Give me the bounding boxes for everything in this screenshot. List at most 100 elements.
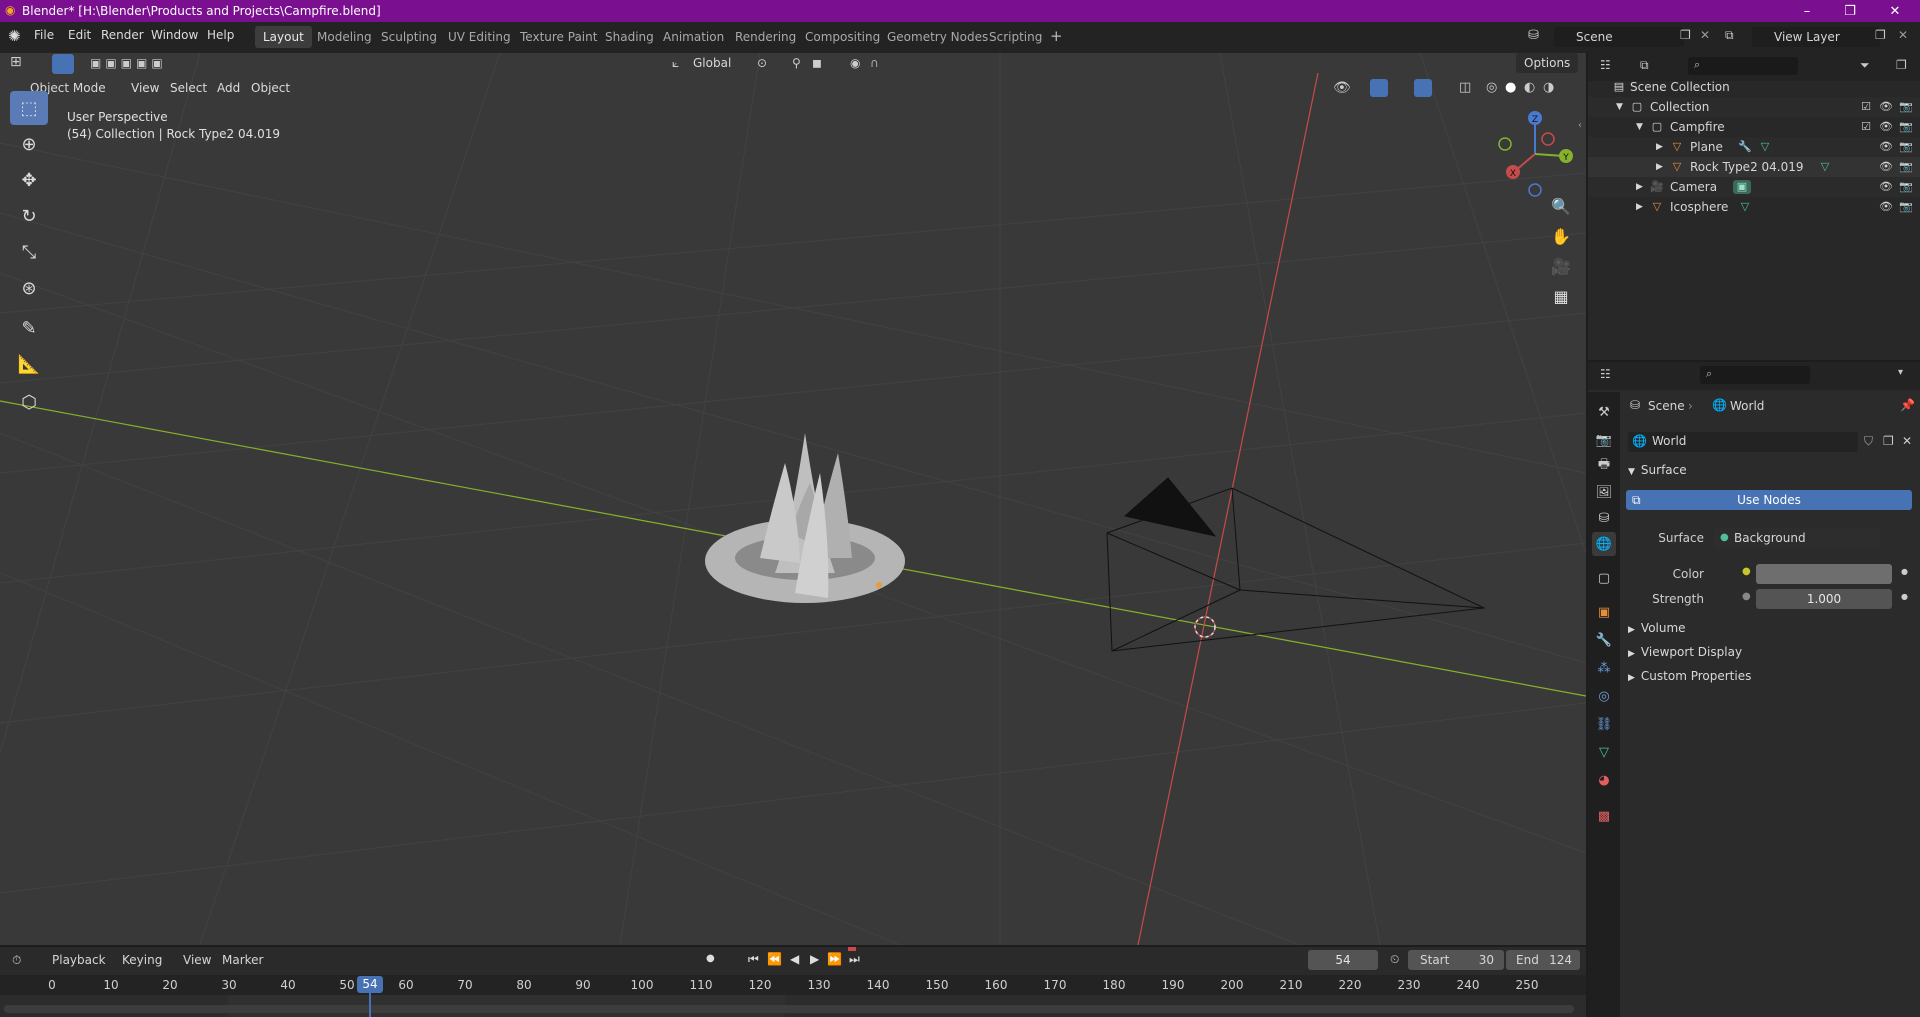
- outliner-row-rock[interactable]: ▶ ▽ Rock Type2 04.019 ▽ 👁 📷: [1588, 157, 1920, 177]
- constraints-tab-icon[interactable]: ⛓: [1592, 712, 1616, 736]
- new-view-layer-icon[interactable]: ❐: [1875, 28, 1886, 42]
- timeline-editor-icon[interactable]: ⏱: [12, 953, 21, 968]
- eye-icon[interactable]: 👁: [1878, 119, 1894, 135]
- viewport-menu-view[interactable]: View: [131, 81, 159, 95]
- proportional-edit-icon[interactable]: ◉: [850, 56, 860, 70]
- menu-file[interactable]: File: [34, 28, 54, 42]
- data-tab-icon[interactable]: ▽: [1592, 740, 1616, 764]
- timeline-menu-keying[interactable]: Keying: [122, 953, 162, 967]
- render-camera-icon[interactable]: 📷: [1898, 179, 1914, 195]
- outliner-row-campfire[interactable]: ▼ ▢ Campfire ☑ 👁 📷: [1588, 117, 1920, 137]
- close-window-button[interactable]: ✕: [1875, 0, 1915, 22]
- world-datablock-selector[interactable]: 🌐 World: [1628, 432, 1858, 452]
- tab-modeling[interactable]: Modeling: [309, 26, 380, 48]
- playhead[interactable]: 54: [357, 976, 383, 993]
- exclude-checkbox[interactable]: ☑: [1858, 99, 1874, 115]
- timeline-scrollbar[interactable]: [4, 1005, 1574, 1013]
- tab-layout[interactable]: Layout: [255, 26, 312, 48]
- surface-panel-header[interactable]: ▼ Surface: [1628, 460, 1687, 480]
- custom-properties-panel-header[interactable]: ▶ Custom Properties: [1628, 666, 1751, 686]
- material-shading-icon[interactable]: ◐: [1524, 80, 1535, 95]
- expand-arrow-icon[interactable]: ▼: [1636, 117, 1643, 137]
- select-mode-icons[interactable]: ▣▣▣▣▣: [90, 56, 167, 70]
- outliner-editor-icon[interactable]: ☷: [1600, 58, 1611, 72]
- select-tool-icon[interactable]: [52, 54, 74, 74]
- next-keyframe-icon[interactable]: ⏩: [827, 952, 842, 966]
- delete-scene-icon[interactable]: ✕: [1700, 28, 1710, 42]
- chevron-down-icon[interactable]: ▾: [1898, 367, 1903, 378]
- scene-name-field[interactable]: Scene: [1554, 27, 1684, 47]
- falloff-icon[interactable]: ∩: [870, 56, 879, 70]
- scene-selector-icon[interactable]: ⛁: [1528, 28, 1539, 43]
- tab-geometry-nodes[interactable]: Geometry Nodes: [879, 26, 996, 48]
- outliner-row-camera[interactable]: ▶ 🎥 Camera ▣ 👁 📷: [1588, 177, 1920, 197]
- eye-icon[interactable]: 👁: [1878, 199, 1894, 215]
- annotate-tool[interactable]: ✎: [10, 311, 48, 345]
- output-tab-icon[interactable]: 🖶: [1592, 454, 1616, 478]
- timeline-menu-view[interactable]: View: [183, 953, 211, 967]
- viewport-display-panel-header[interactable]: ▶ Viewport Display: [1628, 642, 1742, 662]
- eye-icon[interactable]: 👁: [1878, 159, 1894, 175]
- snap-target-icon[interactable]: ◼: [812, 56, 822, 70]
- view-layer-field[interactable]: View Layer: [1752, 27, 1880, 47]
- viewport-menu-object[interactable]: Object: [251, 81, 290, 95]
- xray-icon[interactable]: ◫: [1459, 80, 1471, 95]
- add-cube-tool[interactable]: ⬡: [10, 385, 48, 419]
- campfire-mesh[interactable]: [705, 433, 905, 603]
- object-tab-icon[interactable]: ▣: [1592, 600, 1616, 624]
- view-layer-icon[interactable]: ⧉: [1725, 28, 1734, 43]
- tab-compositing[interactable]: Compositing: [797, 26, 888, 48]
- texture-tab-icon[interactable]: ▩: [1592, 804, 1616, 828]
- options-dropdown[interactable]: Options: [1516, 53, 1579, 73]
- play-icon[interactable]: ▶: [810, 952, 819, 966]
- blender-menu-icon[interactable]: ✺: [8, 27, 21, 45]
- collection-tab-icon[interactable]: ▢: [1592, 566, 1616, 590]
- outliner-row-collection[interactable]: ▼ ▢ Collection ☑ 👁 📷: [1588, 97, 1920, 117]
- display-mode-icon[interactable]: ⧉: [1640, 58, 1649, 73]
- overlay-toggle-icon[interactable]: [1414, 79, 1432, 97]
- transform-tool[interactable]: ⊛: [10, 271, 48, 305]
- eye-icon[interactable]: 👁: [1878, 139, 1894, 155]
- use-nodes-button[interactable]: ⧉ Use Nodes: [1626, 490, 1912, 510]
- jump-end-icon[interactable]: ⏭: [849, 952, 860, 967]
- sidebar-toggle-icon[interactable]: ‹: [1578, 120, 1582, 131]
- pan-hand-icon[interactable]: ✋: [1546, 221, 1576, 251]
- outliner-row-icosphere[interactable]: ▶ ▽ Icosphere ▽ 👁 📷: [1588, 197, 1920, 217]
- rendered-shading-icon[interactable]: ◑: [1543, 80, 1554, 95]
- 3d-viewport[interactable]: ⊞ ▣▣▣▣▣ ⟀ Global ⊙ ⚲ ◼ ◉ ∩ Options Objec…: [0, 53, 1586, 945]
- tool-tab-icon[interactable]: ⚒: [1592, 400, 1616, 424]
- end-frame-field[interactable]: End 124: [1506, 950, 1580, 970]
- rotate-tool[interactable]: ↻: [10, 199, 48, 233]
- world-tab-icon[interactable]: 🌐: [1592, 532, 1616, 556]
- filter-icon[interactable]: ⏷: [1860, 58, 1870, 73]
- remove-view-layer-icon[interactable]: ✕: [1898, 28, 1908, 42]
- new-collection-icon[interactable]: ❐: [1896, 58, 1907, 72]
- timeline-menu-marker[interactable]: Marker: [222, 953, 263, 967]
- visibility-icon[interactable]: 👁: [1333, 80, 1351, 96]
- expand-arrow-icon[interactable]: ▼: [1616, 97, 1623, 117]
- preview-range-icon[interactable]: ⏲: [1390, 952, 1399, 967]
- outliner-row-plane[interactable]: ▶ ▽ Plane 🔧 ▽ 👁 📷: [1588, 137, 1920, 157]
- physics-tab-icon[interactable]: ◎: [1592, 684, 1616, 708]
- minimize-button[interactable]: –: [1787, 0, 1827, 22]
- maximize-button[interactable]: ❐: [1830, 0, 1870, 22]
- render-camera-icon[interactable]: 📷: [1898, 119, 1914, 135]
- tab-shading[interactable]: Shading: [597, 26, 662, 48]
- ortho-grid-icon[interactable]: ▦: [1546, 281, 1576, 311]
- current-frame-field[interactable]: 54: [1308, 950, 1378, 970]
- menu-window[interactable]: Window: [151, 28, 198, 42]
- collapse-arrow-icon[interactable]: ▶: [1656, 157, 1663, 177]
- duplicate-world-icon[interactable]: ❐: [1883, 434, 1894, 448]
- measure-tool[interactable]: 📐: [10, 347, 48, 381]
- render-camera-icon[interactable]: 📷: [1898, 159, 1914, 175]
- properties-search-input[interactable]: [1700, 366, 1810, 384]
- move-tool[interactable]: ✥: [10, 163, 48, 197]
- tab-uv-editing[interactable]: UV Editing: [440, 26, 519, 48]
- tab-sculpting[interactable]: Sculpting: [373, 26, 445, 48]
- eye-icon[interactable]: 👁: [1878, 99, 1894, 115]
- jump-start-icon[interactable]: ⏮: [748, 952, 759, 967]
- navigation-gizmo[interactable]: Z Y X: [1490, 109, 1580, 199]
- gizmo-toggle-icon[interactable]: [1370, 79, 1388, 97]
- view-layer-tab-icon[interactable]: 🖼: [1592, 480, 1616, 504]
- pivot-icon[interactable]: ⊙: [757, 56, 767, 70]
